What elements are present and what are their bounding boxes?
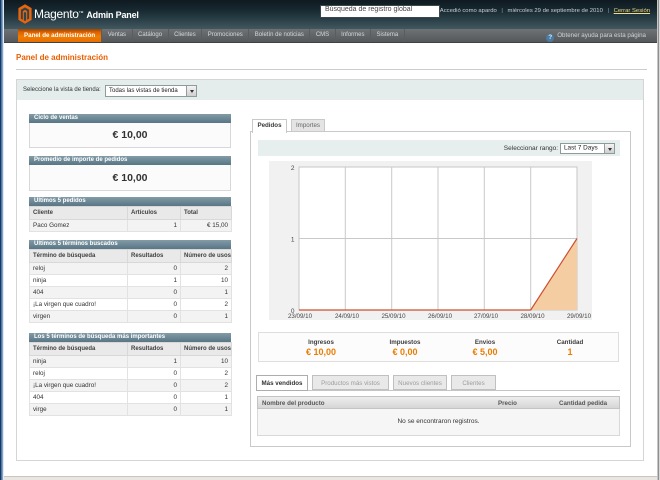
- svg-text:29/09/10: 29/09/10: [567, 313, 592, 320]
- svg-text:25/09/10: 25/09/10: [381, 313, 406, 320]
- svg-text:24/09/10: 24/09/10: [335, 313, 360, 320]
- svg-text:26/09/10: 26/09/10: [428, 313, 453, 320]
- svg-text:2: 2: [291, 165, 295, 172]
- svg-text:27/09/10: 27/09/10: [474, 313, 499, 320]
- svg-text:23/09/10: 23/09/10: [288, 313, 313, 320]
- svg-text:28/09/10: 28/09/10: [520, 313, 545, 320]
- svg-text:1: 1: [291, 237, 295, 244]
